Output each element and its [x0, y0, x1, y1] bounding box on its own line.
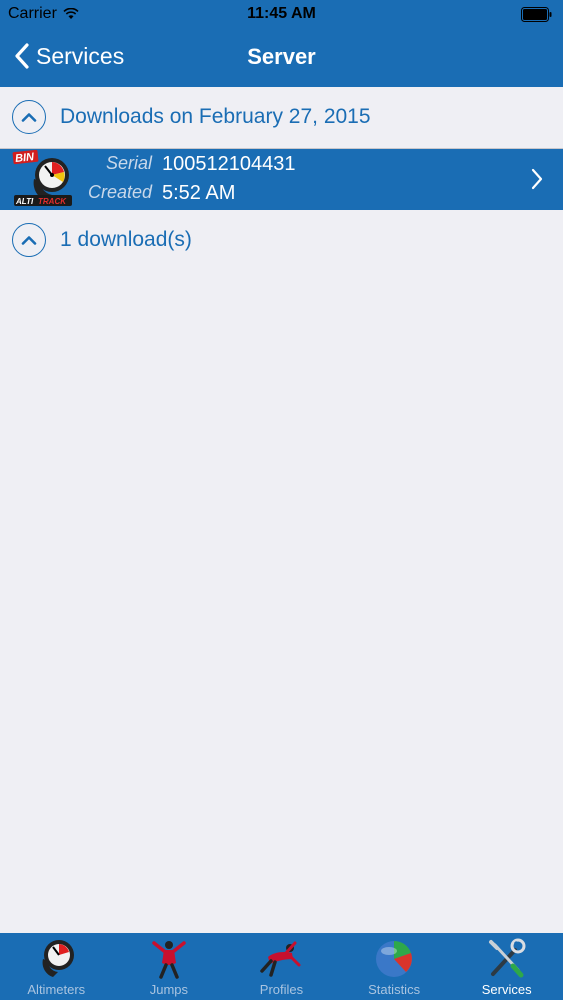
tab-label: Jumps [149, 982, 189, 997]
chevron-up-icon [21, 236, 37, 245]
svg-text:BIN: BIN [15, 151, 36, 165]
tab-bar: Altimeters Jumps Profiles Statistics Ser… [0, 933, 563, 1000]
navigation-bar: Carrier 11:45 AM Services Server [0, 0, 563, 87]
tab-label: Services [481, 982, 532, 997]
tab-statistics[interactable]: Statistics [338, 933, 451, 1000]
section-header-count[interactable]: 1 download(s) [0, 210, 563, 270]
tab-jumps[interactable]: Jumps [113, 933, 226, 1000]
tab-profiles[interactable]: Profiles [225, 933, 338, 1000]
tab-altimeters[interactable]: Altimeters [0, 933, 113, 1000]
page-title: Server [247, 44, 316, 69]
created-label: Created [87, 182, 152, 202]
created-value: 5:52 AM [162, 182, 236, 204]
tab-label: Statistics [368, 982, 421, 997]
pie-chart-icon [376, 941, 413, 977]
altitrack-bin-logo: BIN ALTI TRACK [12, 149, 72, 206]
section-header-downloads[interactable]: Downloads on February 27, 2015 [0, 87, 563, 147]
collapse-button[interactable] [12, 100, 46, 134]
skydiver-jump-icon [152, 941, 186, 979]
tools-icon [488, 938, 526, 978]
status-time: 11:45 AM [247, 5, 316, 22]
chevron-right-icon [531, 168, 543, 190]
altimeter-icon [42, 940, 75, 977]
tab-label: Profiles [259, 982, 304, 997]
section-title: 1 download(s) [60, 228, 192, 251]
tab-label: Altimeters [27, 982, 86, 997]
status-bar: Carrier 11:45 AM [0, 0, 563, 30]
chevron-up-icon [21, 113, 37, 122]
battery-icon [521, 7, 552, 22]
nav-row: Services Server [0, 30, 563, 87]
download-row[interactable]: BIN ALTI TRACK Serial 100512104431 Creat… [0, 149, 563, 210]
svg-text:ALTI: ALTI [15, 197, 34, 206]
skydiver-profile-icon [260, 941, 301, 977]
serial-label: Serial [105, 153, 152, 173]
serial-value: 100512104431 [162, 153, 296, 175]
svg-text:TRACK: TRACK [38, 197, 67, 206]
collapse-button[interactable] [12, 223, 46, 257]
tab-services[interactable]: Services [450, 933, 563, 1000]
section-title: Downloads on February 27, 2015 [60, 105, 371, 128]
